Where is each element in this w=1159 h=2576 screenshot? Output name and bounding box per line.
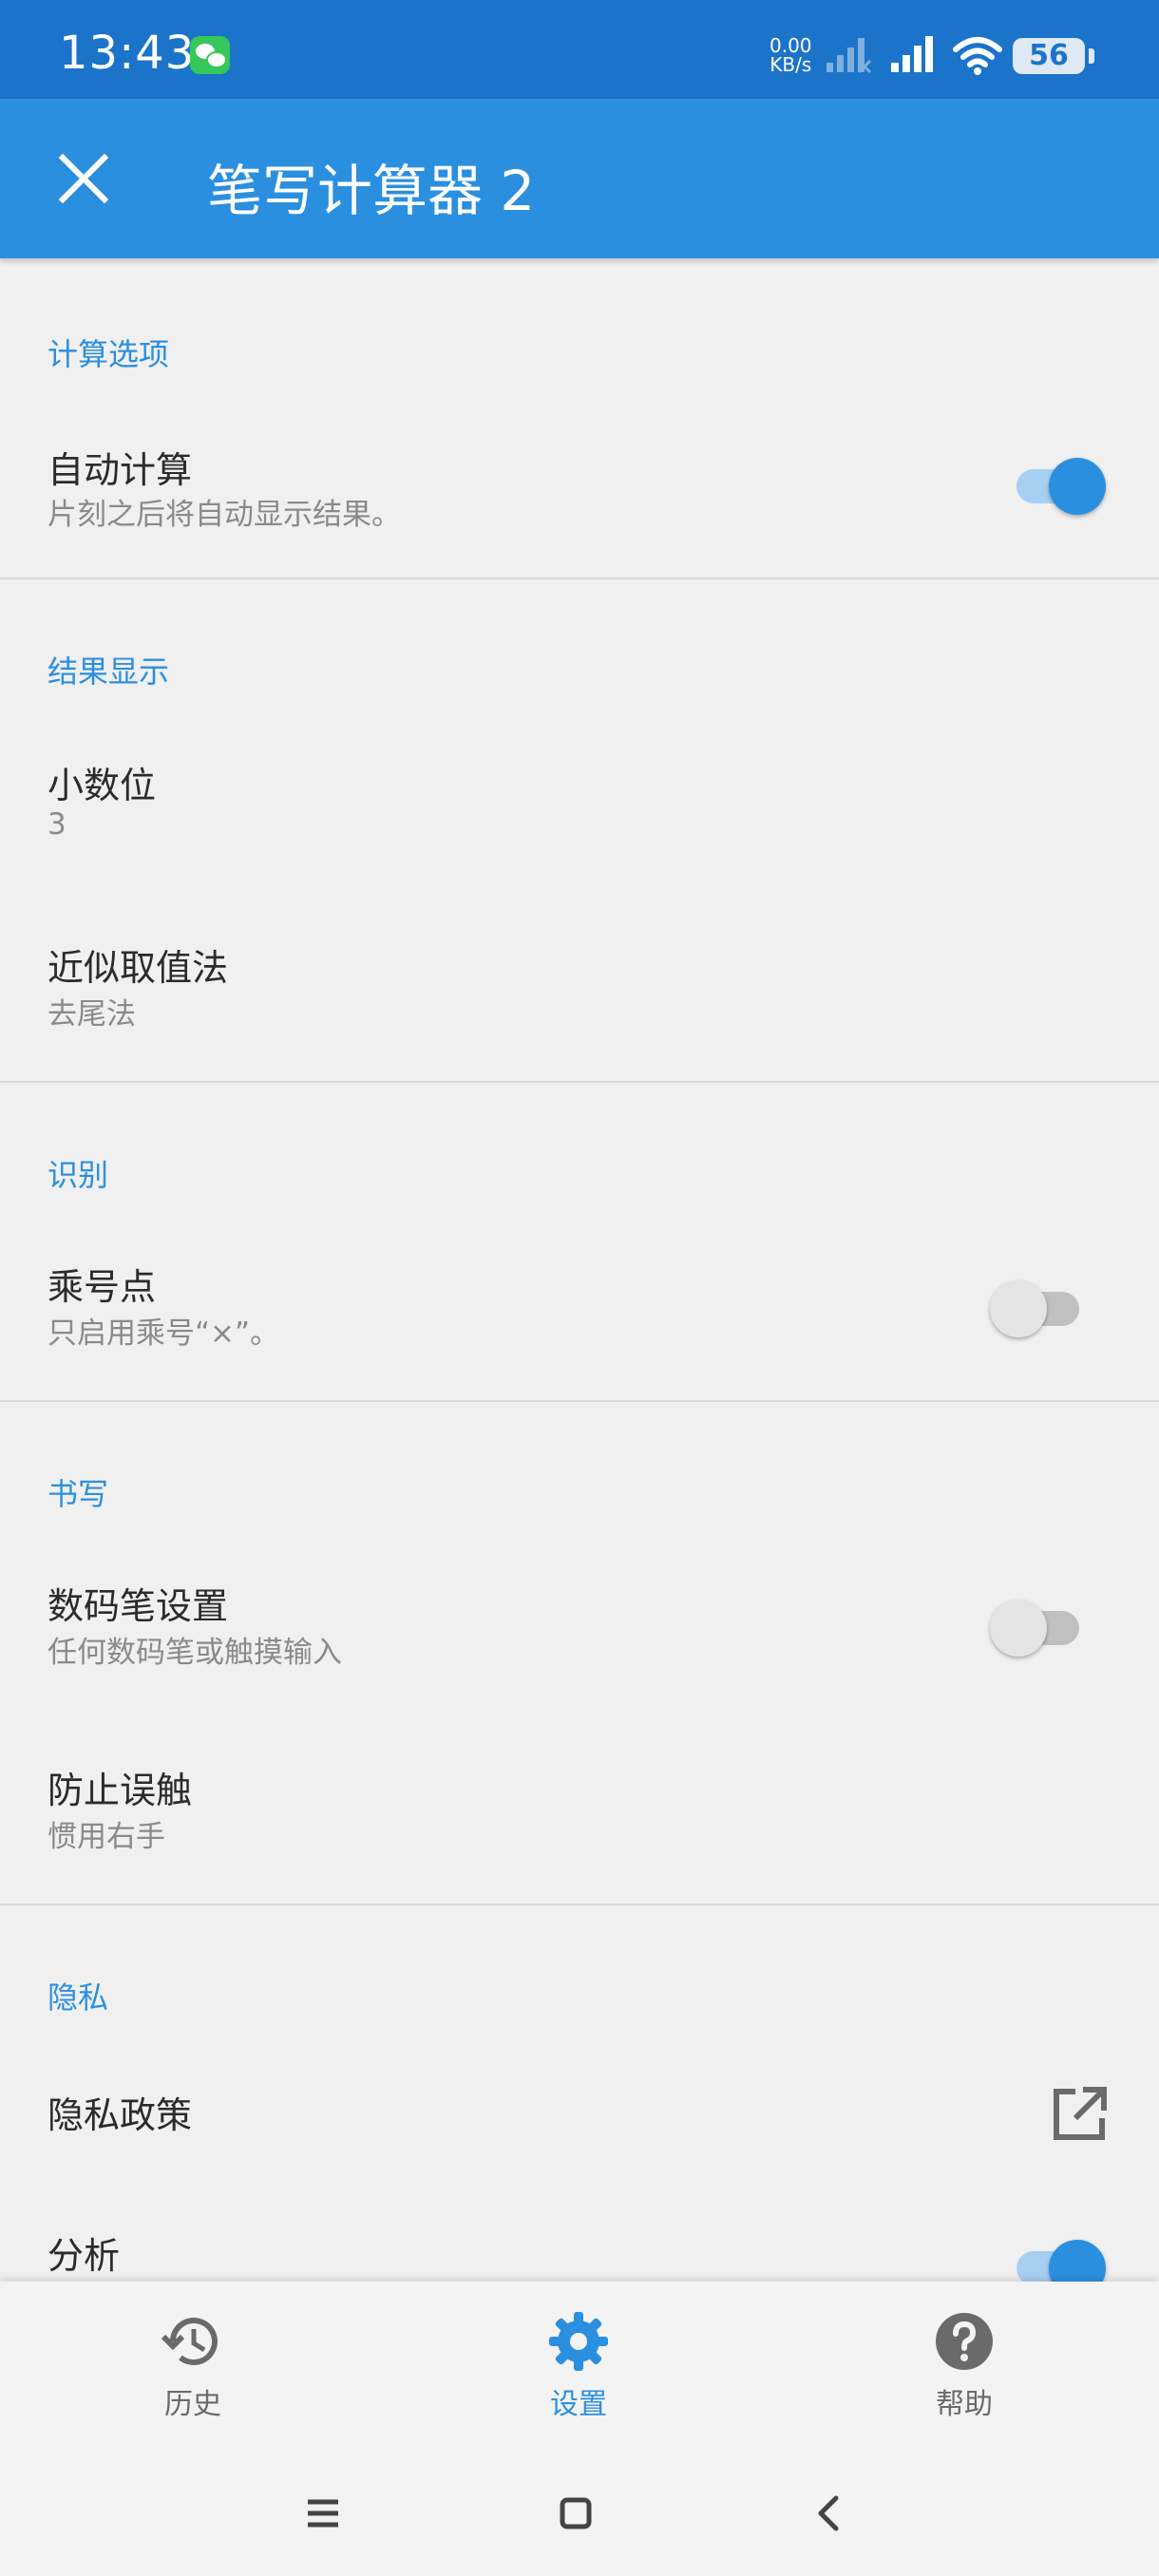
pref-rounding[interactable]: 近似取值法 去尾法 [0,916,1159,1077]
pref-palm-title: 防止误触 [48,1770,193,1811]
back-button[interactable] [790,2475,866,2551]
pref-palm-summary: 惯用右手 [48,1820,165,1854]
history-icon [161,2318,218,2366]
multiply-dot-switch[interactable] [990,1279,1087,1337]
pref-analytics-title: 分析 [48,2235,121,2277]
close-icon [58,153,109,204]
pref-auto-calc-title: 自动计算 [48,449,193,491]
nav-help[interactable]: 帮助 [771,2282,1157,2441]
signal-icon [891,36,933,72]
system-navigation [0,2441,1159,2576]
nav-history[interactable]: 历史 [0,2282,386,2441]
pref-decimals-title: 小数位 [48,765,157,806]
section-header-recognition: 识别 [48,1157,109,1193]
page-title: 笔写计算器 2 [207,159,536,223]
divider [0,1400,1159,1402]
nav-history-label: 历史 [164,2388,221,2421]
pref-privacy-policy-title: 隐私政策 [48,2094,193,2136]
pref-stylus[interactable]: 数码笔设置 任何数码笔或触摸输入 [0,1556,1159,1708]
pref-stylus-summary: 任何数码笔或触摸输入 [48,1636,342,1670]
wifi-icon [953,37,1002,75]
divider [0,1081,1159,1083]
pref-rounding-title: 近似取值法 [48,947,229,989]
stylus-switch[interactable] [990,1598,1087,1657]
pref-auto-calc-summary: 片刻之后将自动显示结果。 [48,498,401,532]
close-button[interactable] [40,135,127,222]
battery-tip [1089,48,1094,64]
signal-icon-sim2 [826,38,872,74]
divider [0,1904,1159,1905]
pref-analytics[interactable]: 分析 [0,2206,1159,2282]
divider [0,578,1159,579]
wechat-icon [190,36,230,74]
pref-stylus-title: 数码笔设置 [48,1585,229,1627]
home-button[interactable] [538,2475,614,2551]
external-link-icon [1054,2087,1107,2140]
status-bar: 13:43 0.00 KB/s 56 [0,0,1159,99]
analytics-switch[interactable] [1009,2238,1106,2282]
settings-list[interactable]: 计算选项 自动计算 片刻之后将自动显示结果。 结果显示 小数位 3 近似取值法 … [0,258,1159,2282]
pref-multiply-dot[interactable]: 乘号点 只启用乘号“×”。 [0,1237,1159,1389]
switch-thumb [990,1600,1047,1657]
home-icon [560,2497,592,2529]
status-time: 13:43 [59,27,196,80]
switch-thumb [990,1280,1047,1337]
nav-settings-label: 设置 [550,2388,607,2421]
battery-icon: 56 [1013,38,1085,74]
section-header-privacy: 隐私 [48,1979,109,2016]
pref-multiply-dot-title: 乘号点 [48,1266,157,1308]
section-header-result: 结果显示 [48,653,170,690]
pref-decimals-summary: 3 [48,807,66,842]
pref-rounding-summary: 去尾法 [48,997,136,1032]
pref-multiply-dot-summary: 只启用乘号“×”。 [48,1316,280,1351]
menu-button[interactable] [285,2475,361,2551]
auto-calc-switch[interactable] [1009,456,1106,515]
bottom-navigation: 历史 设置 帮助 [0,2282,1159,2441]
switch-thumb [1049,458,1106,515]
pref-privacy-policy[interactable]: 隐私政策 [0,2063,1159,2187]
section-header-calc: 计算选项 [48,336,170,372]
menu-icon [308,2499,338,2528]
help-icon [936,2313,993,2370]
network-speed: 0.00 KB/s [770,36,812,74]
pref-palm-rejection[interactable]: 防止误触 惯用右手 [0,1738,1159,1900]
pref-decimals[interactable]: 小数位 3 [0,733,1159,895]
pref-auto-calc[interactable]: 自动计算 片刻之后将自动显示结果。 [0,420,1159,568]
switch-thumb [1049,2240,1106,2282]
nav-settings[interactable]: 设置 [386,2282,771,2441]
section-header-writing: 书写 [48,1476,109,1512]
network-speed-unit: KB/s [770,53,812,76]
network-speed-value: 0.00 [770,34,812,57]
back-icon [818,2495,839,2531]
app-bar: 笔写计算器 2 [0,99,1159,258]
nav-help-label: 帮助 [936,2388,993,2421]
gear-icon [549,2312,608,2371]
